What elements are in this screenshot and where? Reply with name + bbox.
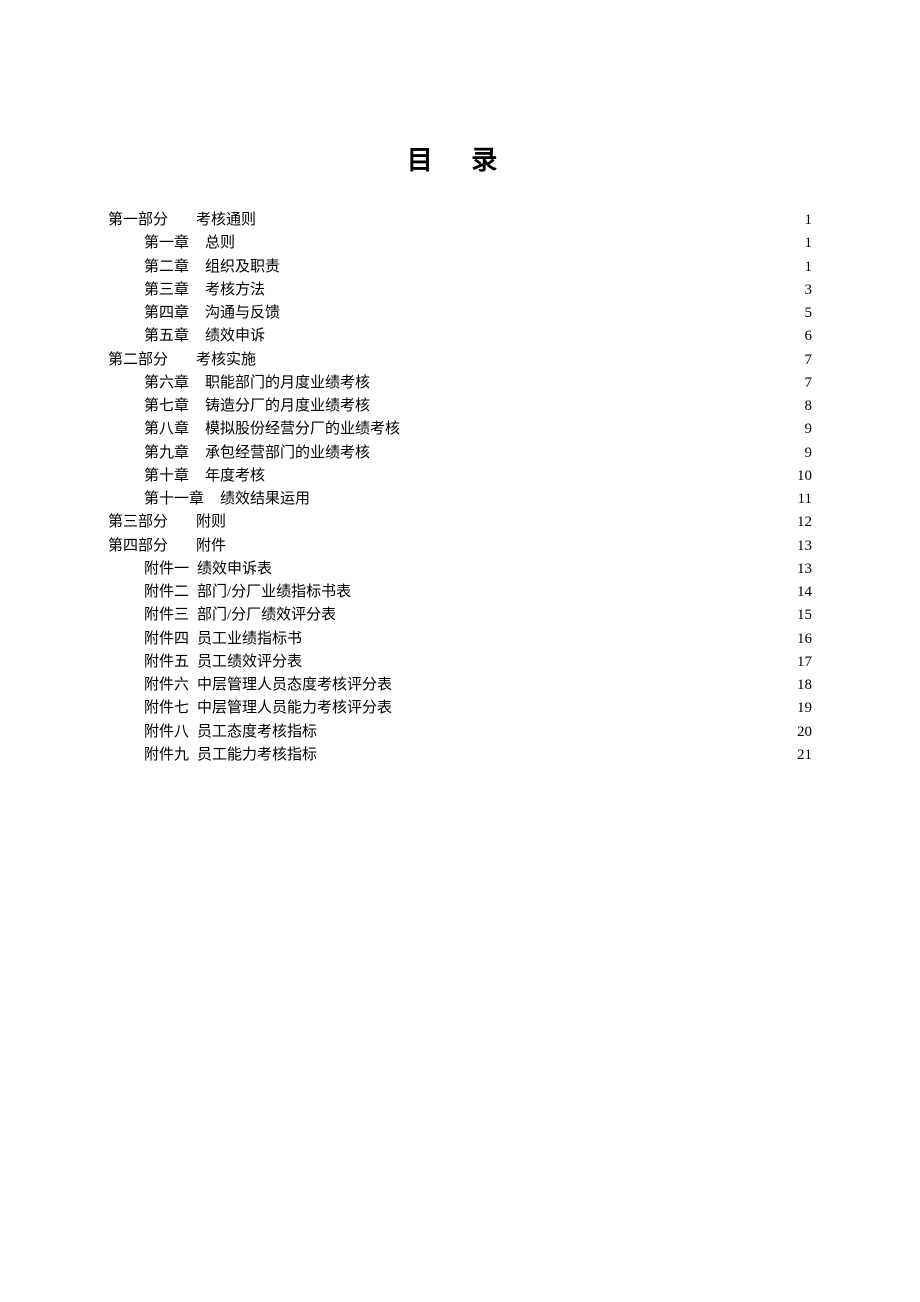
toc-entry-text: 中层管理人员态度考核评分表 <box>197 674 392 697</box>
toc-entry: 第十章年度考核 10 <box>108 465 812 488</box>
toc-entry-text: 铸造分厂的月度业绩考核 <box>205 395 370 418</box>
toc-entry-text: 模拟股份经营分厂的业绩考核 <box>205 418 400 441</box>
toc-entry-text: 部门/分厂绩效评分表 <box>197 604 336 627</box>
toc-entry: 第一章总则 1 <box>108 232 812 255</box>
toc-entry-text: 附件 <box>196 535 226 558</box>
toc-entry-label: 第七章 <box>144 395 189 418</box>
toc-entry: 第三部分 附则 12 <box>108 511 812 534</box>
toc-entry-label: 第九章 <box>144 442 189 465</box>
toc-entry-text: 员工态度考核指标 <box>197 721 317 744</box>
toc-entry: 第二部分 考核实施 7 <box>108 349 812 372</box>
toc-entry: 附件六中层管理人员态度考核评分表 18 <box>108 674 812 697</box>
toc-entry-text: 部门/分厂业绩指标书表 <box>197 581 351 604</box>
toc-entry-page: 14 <box>797 581 812 604</box>
toc-entry-label: 第三部分 <box>108 511 168 534</box>
toc-entry-text: 组织及职责 <box>205 256 280 279</box>
toc-entry: 附件九员工能力考核指标 21 <box>108 744 812 767</box>
toc-entry-text: 承包经营部门的业绩考核 <box>205 442 370 465</box>
toc-entry: 附件二部门/分厂业绩指标书表 14 <box>108 581 812 604</box>
toc-entry-text: 考核通则 <box>196 209 256 232</box>
toc-entry-page: 6 <box>805 325 813 348</box>
toc-entry: 附件四员工业绩指标书 16 <box>108 628 812 651</box>
toc-entry-page: 21 <box>797 744 812 767</box>
toc-entry-label: 第十一章 <box>144 488 204 511</box>
toc-entry: 第七章铸造分厂的月度业绩考核 8 <box>108 395 812 418</box>
toc-entry: 第九章承包经营部门的业绩考核 9 <box>108 442 812 465</box>
toc-entry: 第四部分 附件 13 <box>108 535 812 558</box>
toc-entry: 附件七中层管理人员能力考核评分表 19 <box>108 697 812 720</box>
toc-entry-text: 年度考核 <box>205 465 265 488</box>
toc-entry-page: 19 <box>797 697 812 720</box>
toc-entry-label: 附件三 <box>144 604 189 627</box>
toc-entry: 第四章沟通与反馈 5 <box>108 302 812 325</box>
toc-entry-page: 8 <box>805 395 813 418</box>
toc-entry-label: 附件七 <box>144 697 189 720</box>
toc-entry-page: 13 <box>797 535 812 558</box>
toc-entry-label: 第一章 <box>144 232 189 255</box>
toc-entry-page: 1 <box>805 232 813 255</box>
toc-entry-text: 员工业绩指标书 <box>197 628 302 651</box>
toc-entry-page: 20 <box>797 721 812 744</box>
toc-entry-label: 第八章 <box>144 418 189 441</box>
toc-entry: 第八章模拟股份经营分厂的业绩考核 9 <box>108 418 812 441</box>
toc-entry-label: 第四部分 <box>108 535 168 558</box>
toc-entry: 第三章考核方法 3 <box>108 279 812 302</box>
toc-entry-text: 沟通与反馈 <box>205 302 280 325</box>
toc-container: 第一部分考核通则1第一章总则1第二章组织及职责1第三章考核方法3第四章沟通与反馈… <box>108 209 812 767</box>
toc-entry-label: 第二章 <box>144 256 189 279</box>
toc-entry-page: 15 <box>797 604 812 627</box>
toc-entry-label: 附件八 <box>144 721 189 744</box>
toc-entry-label: 第二部分 <box>108 349 168 372</box>
toc-entry-text: 考核实施 <box>196 349 256 372</box>
toc-entry-page: 13 <box>797 558 812 581</box>
toc-entry-page: 5 <box>805 302 813 325</box>
toc-entry-page: 12 <box>797 511 812 534</box>
toc-entry-label: 附件四 <box>144 628 189 651</box>
toc-entry-text: 附则 <box>196 511 226 534</box>
toc-entry-text: 中层管理人员能力考核评分表 <box>197 697 392 720</box>
toc-entry-label: 第四章 <box>144 302 189 325</box>
toc-entry-label: 附件六 <box>144 674 189 697</box>
toc-entry-label: 第三章 <box>144 279 189 302</box>
toc-entry-label: 附件五 <box>144 651 189 674</box>
toc-entry-text: 总则 <box>205 232 235 255</box>
toc-entry-text: 绩效申诉表 <box>197 558 272 581</box>
toc-entry-page: 7 <box>805 349 813 372</box>
toc-entry-page: 7 <box>805 372 813 395</box>
toc-entry-text: 员工能力考核指标 <box>197 744 317 767</box>
toc-entry-text: 考核方法 <box>205 279 265 302</box>
toc-entry-page: 1 <box>805 256 813 279</box>
toc-entry-page: 9 <box>805 418 813 441</box>
toc-entry-text: 绩效申诉 <box>205 325 265 348</box>
toc-title: 目 录 <box>0 140 920 177</box>
toc-entry-page: 16 <box>797 628 812 651</box>
toc-entry-text: 员工绩效评分表 <box>197 651 302 674</box>
toc-entry-label: 附件二 <box>144 581 189 604</box>
toc-entry: 第五章绩效申诉 6 <box>108 325 812 348</box>
toc-entry: 第六章职能部门的月度业绩考核 7 <box>108 372 812 395</box>
toc-entry-page: 9 <box>805 442 813 465</box>
toc-entry: 第二章组织及职责 1 <box>108 256 812 279</box>
toc-entry-label: 第一部分 <box>108 209 168 232</box>
toc-entry-page: 3 <box>805 279 813 302</box>
toc-entry-page: 1 <box>805 209 813 232</box>
toc-entry-text: 职能部门的月度业绩考核 <box>205 372 370 395</box>
toc-entry-label: 附件一 <box>144 558 189 581</box>
toc-entry-page: 17 <box>797 651 812 674</box>
toc-entry: 附件一绩效申诉表 13 <box>108 558 812 581</box>
toc-entry-page: 18 <box>797 674 812 697</box>
toc-entry: 附件五员工绩效评分表 17 <box>108 651 812 674</box>
toc-entry: 第一部分 考核通则 1 <box>108 209 812 232</box>
toc-entry: 附件三部门/分厂绩效评分表 15 <box>108 604 812 627</box>
toc-entry: 附件八员工态度考核指标 20 <box>108 721 812 744</box>
toc-entry-label: 附件九 <box>144 744 189 767</box>
toc-entry: 第十一章绩效结果运用 11 <box>108 488 812 511</box>
toc-entry-text: 绩效结果运用 <box>220 488 310 511</box>
toc-entry-label: 第十章 <box>144 465 189 488</box>
toc-entry-page: 11 <box>798 488 812 511</box>
toc-entry-label: 第五章 <box>144 325 189 348</box>
toc-entry-label: 第六章 <box>144 372 189 395</box>
toc-entry-page: 10 <box>797 465 812 488</box>
